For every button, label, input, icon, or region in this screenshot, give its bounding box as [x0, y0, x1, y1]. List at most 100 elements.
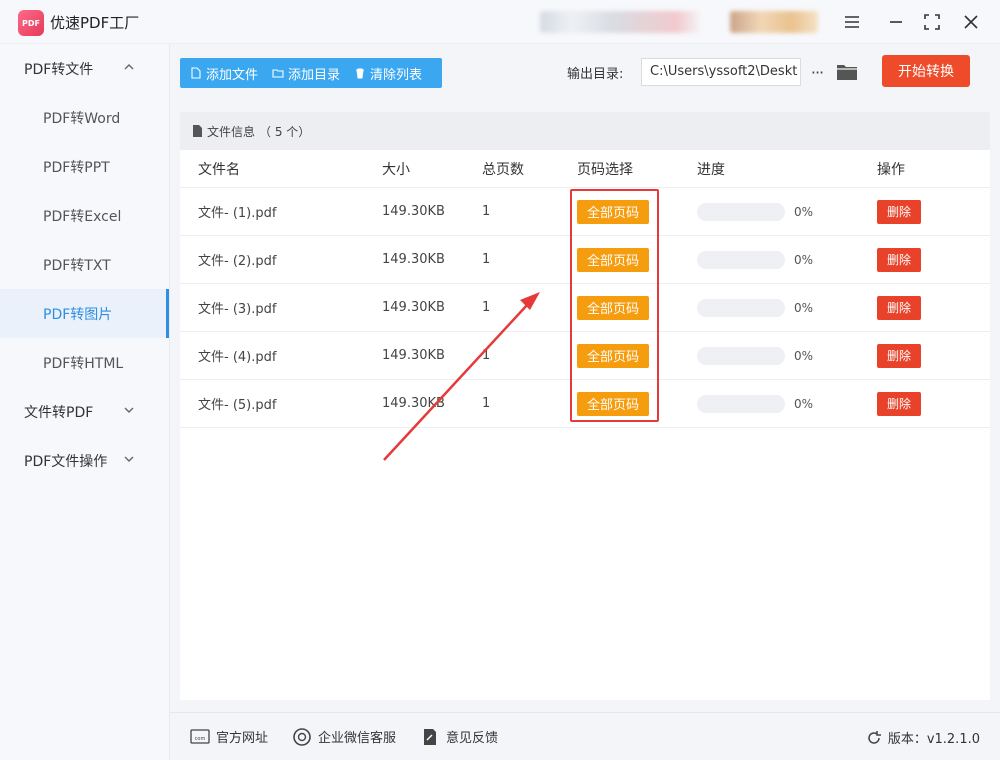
progress-bar [697, 346, 785, 365]
file-info-header: 文件信息 （ 5 个） [180, 112, 990, 150]
progress-text: 0% [794, 252, 814, 267]
page-select-button[interactable]: 全部页码 [577, 247, 649, 272]
menu-icon[interactable] [840, 10, 864, 34]
document-icon [193, 125, 202, 137]
blurred-ad-banner [540, 11, 700, 33]
file-list-panel: 文件信息 （ 5 个） 文件名 大小 总页数 页码选择 进度 操作 文件- (1… [180, 112, 990, 700]
file-size: 149.30KB [382, 204, 445, 219]
clear-list-label: 清除列表 [370, 67, 423, 83]
refresh-icon [868, 730, 881, 744]
table-row: 文件- (5).pdf 149.30KB 1 全部页码 0% 删除 [180, 380, 990, 428]
file-info-label: 文件信息 [207, 124, 256, 139]
add-folder-label: 添加目录 [288, 67, 341, 83]
add-file-button[interactable]: 添加文件 [190, 64, 258, 83]
version-info[interactable]: 版本：v1.2.1.0 [866, 728, 980, 747]
wechat-support-link[interactable]: 企业微信客服 [292, 727, 396, 746]
file-name: 文件- (3).pdf [198, 302, 277, 317]
sidebar-item-pdf-txt[interactable]: PDF转TXT [0, 240, 169, 289]
maximize-icon[interactable] [920, 10, 944, 34]
website-label: 官方网址 [216, 731, 269, 746]
page-select-button[interactable]: 全部页码 [577, 343, 649, 368]
app-title: 优速PDF工厂 [50, 14, 140, 32]
table-row: 文件- (3).pdf 149.30KB 1 全部页码 0% 删除 [180, 284, 990, 332]
column-header-pages: 总页数 [482, 161, 524, 178]
start-convert-button[interactable]: 开始转换 [882, 55, 970, 87]
sidebar-item-pdf-ppt[interactable]: PDF转PPT [0, 142, 169, 191]
toolbar: 添加文件 添加目录 清除列表 输出目录: C:\Users\yssoft2\De… [170, 44, 1000, 102]
add-file-label: 添加文件 [206, 67, 259, 83]
file-name: 文件- (5).pdf [198, 398, 277, 413]
chevron-down-icon [124, 456, 134, 462]
svg-text:com: com [195, 736, 206, 742]
sidebar-item-pdf-word[interactable]: PDF转Word [0, 93, 169, 142]
file-name: 文件- (1).pdf [198, 206, 277, 221]
website-link[interactable]: com 官方网址 [190, 727, 268, 746]
file-name: 文件- (2).pdf [198, 254, 277, 269]
page-count: 1 [482, 252, 491, 267]
add-folder-button[interactable]: 添加目录 [272, 64, 340, 83]
column-header-action: 操作 [877, 161, 905, 178]
app-logo: PDF [18, 10, 44, 36]
output-dir-input[interactable]: C:\Users\yssoft2\Deskt [641, 58, 801, 86]
progress-text: 0% [794, 396, 814, 411]
feedback-link[interactable]: 意见反馈 [420, 727, 498, 746]
delete-button[interactable]: 删除 [877, 247, 921, 272]
close-icon[interactable] [959, 10, 983, 34]
trash-icon [356, 68, 365, 79]
browse-more-button[interactable]: ··· [808, 58, 826, 86]
file-size: 149.30KB [382, 348, 445, 363]
page-count: 1 [482, 396, 491, 411]
page-select-button[interactable]: 全部页码 [577, 295, 649, 320]
progress-text: 0% [794, 204, 814, 219]
website-icon: com [190, 728, 210, 744]
sidebar-group-file-to-pdf[interactable]: 文件转PDF [0, 387, 169, 436]
chevron-down-icon [124, 407, 134, 413]
file-size: 149.30KB [382, 396, 445, 411]
sidebar-group-pdf-operations[interactable]: PDF文件操作 [0, 436, 169, 485]
delete-button[interactable]: 删除 [877, 391, 921, 416]
clear-list-button[interactable]: 清除列表 [354, 64, 422, 83]
sidebar-group-label: PDF文件操作 [24, 453, 108, 470]
page-count: 1 [482, 300, 491, 315]
progress-text: 0% [794, 300, 814, 315]
file-size: 149.30KB [382, 300, 445, 315]
delete-button[interactable]: 删除 [877, 295, 921, 320]
file-name: 文件- (4).pdf [198, 350, 277, 365]
feedback-icon [424, 728, 436, 745]
table-header: 文件名 大小 总页数 页码选择 进度 操作 [180, 150, 990, 188]
sidebar-group-pdf-to-file[interactable]: PDF转文件 [0, 44, 169, 93]
delete-button[interactable]: 删除 [877, 343, 921, 368]
sidebar: PDF转文件 PDF转Word PDF转PPT PDF转Excel PDF转TX… [0, 44, 170, 760]
wechat-support-label: 企业微信客服 [318, 731, 397, 746]
progress-text: 0% [794, 348, 814, 363]
progress-bar [697, 394, 785, 413]
progress-bar [697, 250, 785, 269]
blurred-ad-banner-2 [730, 11, 818, 33]
output-dir-label: 输出目录: [567, 67, 624, 82]
table-row: 文件- (4).pdf 149.30KB 1 全部页码 0% 删除 [180, 332, 990, 380]
open-folder-icon[interactable] [836, 62, 858, 82]
progress-bar [697, 298, 785, 317]
table-row: 文件- (2).pdf 149.30KB 1 全部页码 0% 删除 [180, 236, 990, 284]
page-count: 1 [482, 348, 491, 363]
file-size: 149.30KB [382, 252, 445, 267]
column-header-size: 大小 [382, 161, 410, 178]
footer-bar: com 官方网址 企业微信客服 意见反馈 版本：v1.2.1.0 [170, 712, 1000, 760]
column-header-progress: 进度 [697, 161, 725, 178]
title-bar: PDF 优速PDF工厂 [0, 0, 1000, 44]
table-row: 文件- (1).pdf 149.30KB 1 全部页码 0% 删除 [180, 188, 990, 236]
page-select-button[interactable]: 全部页码 [577, 199, 649, 224]
sidebar-item-pdf-excel[interactable]: PDF转Excel [0, 191, 169, 240]
column-header-page-select: 页码选择 [577, 161, 633, 178]
version-label: 版本：v1.2.1.0 [887, 732, 980, 747]
chevron-up-icon [124, 64, 134, 70]
feedback-label: 意见反馈 [446, 731, 499, 746]
file-count: （ 5 个） [259, 124, 311, 139]
sidebar-item-pdf-image[interactable]: PDF转图片 [0, 289, 169, 338]
delete-button[interactable]: 删除 [877, 199, 921, 224]
page-select-button[interactable]: 全部页码 [577, 391, 649, 416]
file-icon [191, 67, 201, 79]
chat-icon [293, 727, 311, 746]
minimize-icon[interactable] [884, 10, 908, 34]
sidebar-item-pdf-html[interactable]: PDF转HTML [0, 338, 169, 387]
